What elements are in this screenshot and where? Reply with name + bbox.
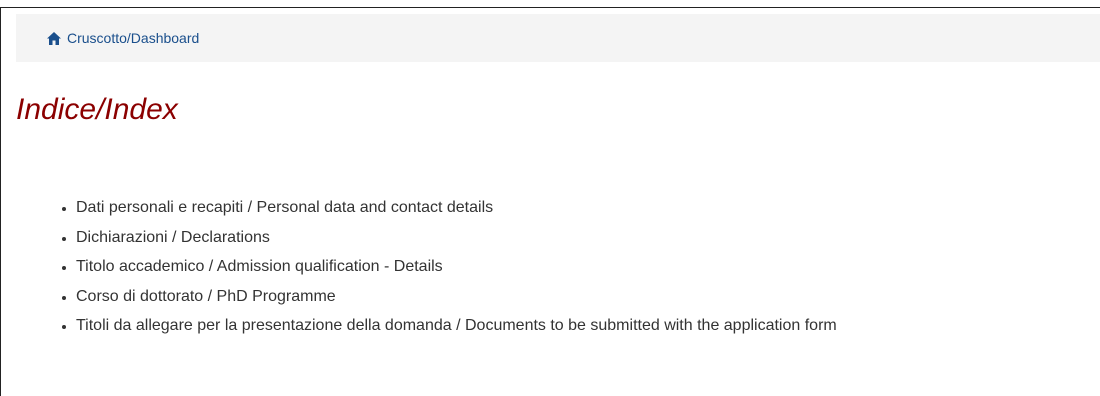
index-item-admission-qualification: Titolo accademico / Admission qualificat…	[76, 252, 837, 282]
home-icon[interactable]	[47, 31, 61, 45]
window-top-edge	[0, 0, 1100, 8]
page-title: Indice/Index	[16, 93, 178, 126]
index-item-personal-data: Dati personali e recapiti / Personal dat…	[76, 193, 837, 223]
window-left-edge	[0, 8, 1, 396]
breadcrumb: Cruscotto/Dashboard	[16, 14, 1100, 62]
breadcrumb-dashboard-link[interactable]: Cruscotto/Dashboard	[67, 30, 199, 46]
index-list: Dati personali e recapiti / Personal dat…	[59, 193, 837, 341]
page-frame: Cruscotto/Dashboard Indice/Index Dati pe…	[0, 0, 1100, 396]
index-item-documents: Titoli da allegare per la presentazione …	[76, 311, 837, 341]
index-item-declarations: Dichiarazioni / Declarations	[76, 223, 837, 253]
index-item-phd-programme: Corso di dottorato / PhD Programme	[76, 282, 837, 312]
